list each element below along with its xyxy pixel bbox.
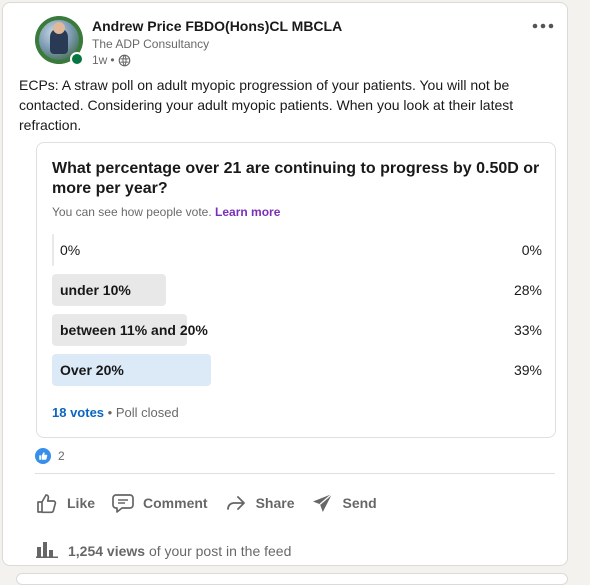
author-headline: The ADP Consultancy xyxy=(92,37,210,51)
comment-label: Comment xyxy=(143,495,208,511)
send-button[interactable]: Send xyxy=(305,485,383,521)
poll-option: 0% 0% xyxy=(52,234,542,266)
learn-more-link[interactable]: Learn more xyxy=(215,205,280,219)
poll-status: • Poll closed xyxy=(107,405,179,420)
divider xyxy=(35,473,555,474)
post-meta: 1w • xyxy=(92,53,131,67)
poll-option-percent: 28% xyxy=(513,282,542,298)
poll-note-text: You can see how people vote. xyxy=(52,205,212,219)
send-label: Send xyxy=(342,495,377,511)
post-card: Andrew Price FBDO(Hons)CL MBCLA The ADP … xyxy=(2,2,568,566)
post-text: ECPs: A straw poll on adult myopic progr… xyxy=(19,77,514,133)
poll-option: Over 20% 39% xyxy=(52,354,542,386)
poll-option: between 11% and 20% 33% xyxy=(52,314,542,346)
post-analytics[interactable]: 1,254 views of your post in the feed xyxy=(36,540,291,561)
views-suffix: of your post in the feed xyxy=(148,542,292,559)
poll-question: What percentage over 21 are continuing t… xyxy=(52,160,540,197)
poll-option-label: 0% xyxy=(60,242,81,258)
thumbs-up-icon xyxy=(35,491,59,515)
meta-separator: • xyxy=(110,53,115,67)
share-button[interactable]: Share xyxy=(218,485,301,521)
share-label: Share xyxy=(255,495,295,511)
poll-option-percent: 0% xyxy=(521,242,542,258)
reaction-count: 2 xyxy=(58,449,65,463)
send-paper-plane-icon xyxy=(311,491,335,515)
more-options-button[interactable] xyxy=(529,15,557,35)
share-arrow-icon xyxy=(224,491,248,515)
poll-footer: 18 votes • Poll closed xyxy=(52,405,179,420)
poll-option-label: between 11% and 20% xyxy=(60,322,208,338)
poll-votes-link[interactable]: 18 votes xyxy=(52,405,104,420)
post-time: 1w xyxy=(92,53,108,67)
poll: What percentage over 21 are continuing t… xyxy=(36,142,556,438)
poll-option-percent: 33% xyxy=(513,322,542,338)
author-name[interactable]: Andrew Price FBDO(Hons)CL MBCLA xyxy=(92,18,342,34)
analytics-bar-icon xyxy=(36,540,58,561)
poll-option-percent: 39% xyxy=(513,362,542,378)
more-horizontal-icon xyxy=(532,16,554,34)
poll-visibility-note: You can see how people vote. Learn more xyxy=(52,205,280,219)
globe-icon xyxy=(118,54,131,67)
social-counts[interactable]: 2 xyxy=(35,448,65,464)
poll-option-label: Over 20% xyxy=(60,362,124,378)
action-bar: Like Comment Share Send xyxy=(29,485,387,521)
poll-option: under 10% 28% xyxy=(52,274,542,306)
poll-option-bar xyxy=(52,234,54,266)
next-post-card xyxy=(16,573,568,585)
poll-option-label: under 10% xyxy=(60,282,131,298)
views-count: 1,254 views xyxy=(68,542,146,559)
like-reaction-icon xyxy=(35,448,51,464)
online-status-icon xyxy=(70,52,84,66)
comment-button[interactable]: Comment xyxy=(105,485,214,521)
comment-icon xyxy=(111,491,135,515)
like-label: Like xyxy=(67,495,96,511)
like-button[interactable]: Like xyxy=(29,485,101,521)
